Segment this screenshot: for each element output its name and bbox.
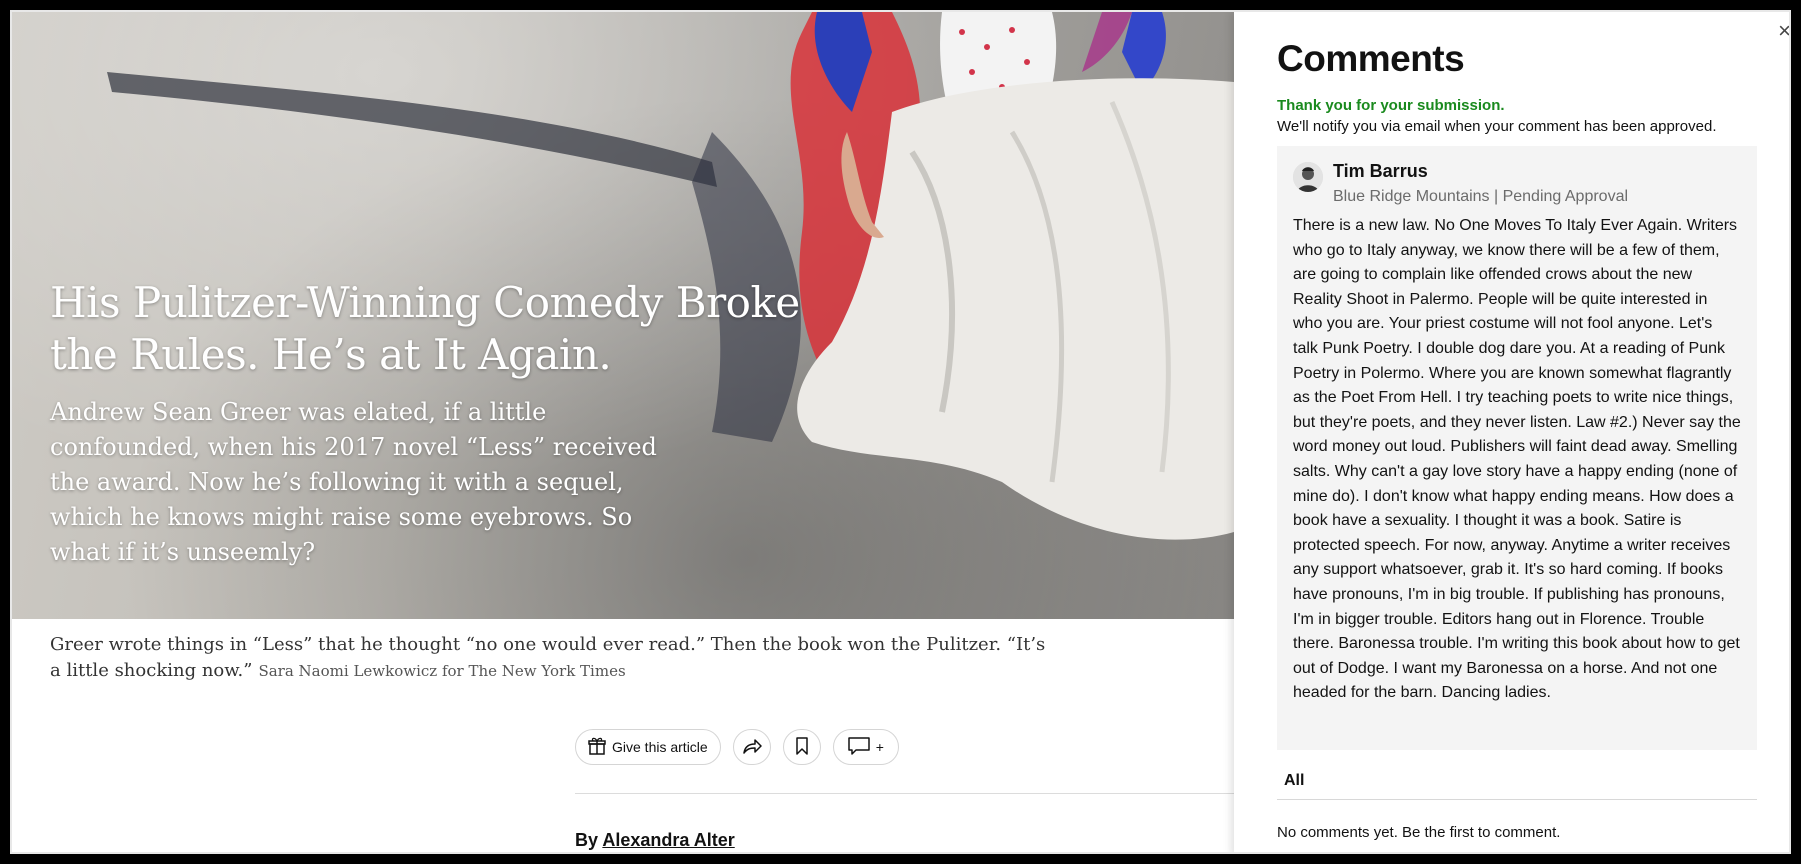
- pending-comment-card: Tim Barrus Blue Ridge Mountains | Pendin…: [1277, 146, 1757, 750]
- comments-title: Comments: [1277, 38, 1465, 79]
- share-button[interactable]: [732, 729, 771, 765]
- give-article-label: Give this article: [612, 739, 708, 755]
- comments-button[interactable]: +: [832, 729, 899, 765]
- empty-comments-message: No comments yet. Be the first to comment…: [1277, 824, 1561, 841]
- save-button[interactable]: [782, 729, 821, 765]
- comment-author[interactable]: Tim Barrus: [1333, 160, 1628, 182]
- give-article-button[interactable]: Give this article: [575, 729, 721, 765]
- article-headline: His Pulitzer-Winning Comedy Broke the Ru…: [50, 278, 800, 379]
- submission-confirmation: Thank you for your submission.: [1277, 97, 1505, 114]
- tab-divider: [1277, 799, 1757, 800]
- comment-author-block: Tim Barrus Blue Ridge Mountains | Pendin…: [1333, 160, 1628, 208]
- comment-header: Tim Barrus Blue Ridge Mountains | Pendin…: [1293, 160, 1741, 208]
- divider: [575, 793, 1240, 794]
- comment-location-status: Blue Ridge Mountains | Pending Approval: [1333, 188, 1629, 205]
- byline-prefix: By: [575, 830, 599, 850]
- approval-notice: We'll notify you via email when your com…: [1277, 118, 1717, 135]
- share-toolbar: Give this article +: [575, 728, 899, 766]
- byline: By Alexandra Alter: [575, 830, 735, 851]
- article-summary: Andrew Sean Greer was elated, if a littl…: [50, 398, 657, 566]
- close-icon[interactable]: ×: [1778, 18, 1789, 44]
- gift-icon: [588, 737, 606, 758]
- comment-count: +: [875, 739, 884, 755]
- avatar: [1293, 162, 1323, 192]
- comment-icon: [847, 736, 870, 758]
- photo-credit: Sara Naomi Lewkowicz for The New York Ti…: [258, 662, 626, 680]
- comment-body: There is a new law. No One Moves To Ital…: [1293, 217, 1741, 702]
- share-icon: [742, 737, 762, 758]
- author-link[interactable]: Alexandra Alter: [602, 830, 734, 850]
- comments-panel: × Comments Thank you for your submission…: [1234, 12, 1789, 852]
- image-caption: Greer wrote things in “Less” that he tho…: [50, 632, 1050, 684]
- browser-viewport: His Pulitzer-Winning Comedy Broke the Ru…: [10, 10, 1791, 854]
- hero-image: His Pulitzer-Winning Comedy Broke the Ru…: [12, 12, 1234, 619]
- bookmark-icon: [795, 736, 809, 758]
- tab-all[interactable]: All: [1284, 772, 1304, 790]
